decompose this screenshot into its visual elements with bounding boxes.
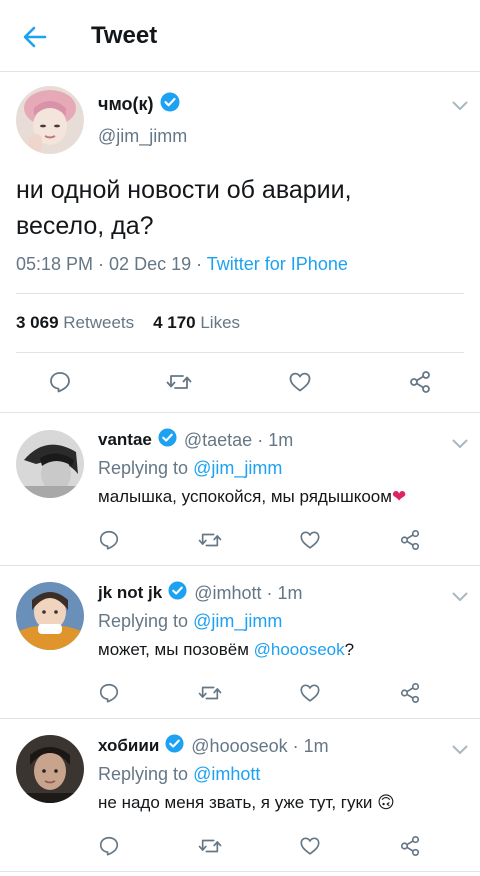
replying-label: Replying to: [98, 764, 194, 784]
tweet-text-line: ни одной новости об аварии,: [16, 176, 352, 204]
upside-down-face-emoji-icon: 🙃: [377, 793, 395, 812]
verified-badge-icon: [158, 428, 177, 452]
tweet-source-link[interactable]: Twitter for IPhone: [207, 254, 348, 274]
reply-text: не надо меня звать, я уже тут, гуки 🙃: [98, 793, 395, 813]
retweet-button[interactable]: [198, 835, 222, 857]
replying-label: Replying to: [98, 611, 194, 631]
verified-badge-icon: [160, 92, 180, 117]
heart-emoji-icon: ❤: [391, 487, 407, 506]
tweet-time: · 1m: [257, 429, 294, 450]
heart-icon: [300, 531, 320, 549]
share-button[interactable]: [399, 682, 421, 704]
tweet-time: · 1m: [266, 582, 303, 603]
share-icon: [410, 371, 430, 393]
reply-icon: [99, 836, 119, 856]
chevron-down-icon[interactable]: [452, 98, 468, 110]
user-handle[interactable]: @taetae: [184, 430, 252, 451]
tweet-time: · 1m: [292, 735, 329, 756]
likes-stat[interactable]: 4 170 Likes: [153, 313, 240, 332]
reply-text-content: не надо меня звать, я уже тут, гуки: [98, 793, 378, 812]
display-name[interactable]: чмо(к): [98, 94, 154, 115]
reply-button[interactable]: [98, 529, 120, 551]
display-name[interactable]: хобиии: [98, 736, 159, 756]
share-icon: [400, 836, 420, 856]
user-handle[interactable]: @jim_jimm: [98, 126, 187, 147]
tweet-meta: 05:18 PM · 02 Dec 19 · Twitter for IPhon…: [16, 254, 348, 275]
page-title: Tweet: [91, 22, 158, 49]
reply-button[interactable]: [48, 370, 72, 394]
retweet-button[interactable]: [198, 529, 222, 551]
replying-to: Replying to @imhott: [98, 764, 260, 785]
retweet-icon: [166, 375, 192, 389]
verified-badge-icon: [165, 734, 184, 758]
reply-button[interactable]: [98, 682, 120, 704]
divider: [0, 565, 480, 566]
reply-text-content: малышка, успокойся, мы рядышкоом: [98, 487, 392, 506]
reply-icon: [50, 372, 70, 393]
like-button[interactable]: [299, 529, 321, 551]
share-button[interactable]: [399, 835, 421, 857]
reply-text: малышка, успокойся, мы рядышкоом❤: [98, 487, 406, 507]
chevron-down-icon[interactable]: [452, 436, 468, 448]
retweet-icon: [198, 686, 222, 700]
display-name[interactable]: vantae: [98, 430, 152, 450]
replying-to: Replying to @jim_jimm: [98, 458, 282, 479]
share-icon: [400, 683, 420, 703]
like-button[interactable]: [288, 370, 312, 394]
share-button[interactable]: [408, 370, 432, 394]
like-button[interactable]: [299, 682, 321, 704]
reply-text-content: ?: [344, 640, 355, 659]
divider: [16, 352, 464, 353]
replying-to-link[interactable]: @jim_jimm: [193, 611, 282, 631]
back-arrow-icon[interactable]: [22, 24, 48, 50]
like-button[interactable]: [299, 835, 321, 857]
reply-icon: [99, 683, 119, 703]
tweet-text: ни одной новости об аварии, весело, да?: [16, 172, 456, 244]
verified-badge-icon: [168, 581, 187, 605]
avatar[interactable]: [16, 582, 84, 650]
retweets-stat[interactable]: 3 069 Retweets: [16, 313, 134, 332]
retweets-label: Retweets: [63, 313, 135, 332]
chevron-down-icon[interactable]: [452, 742, 468, 754]
mention-link[interactable]: @hoooseok: [254, 640, 345, 659]
replying-label: Replying to: [98, 458, 194, 478]
avatar[interactable]: [16, 735, 84, 803]
divider: [0, 718, 480, 719]
retweet-button[interactable]: [166, 370, 192, 394]
chevron-down-icon[interactable]: [452, 589, 468, 601]
share-icon: [400, 530, 420, 550]
likes-count: 4 170: [153, 313, 196, 332]
replying-to: Replying to @jim_jimm: [98, 611, 282, 632]
heart-icon: [300, 684, 320, 702]
tweet-timestamp: 05:18 PM · 02 Dec 19 ·: [16, 254, 207, 274]
reply-icon: [99, 530, 119, 550]
user-handle[interactable]: @imhott: [194, 583, 261, 604]
user-handle[interactable]: @hoooseok: [191, 736, 287, 757]
tweet-stats: 3 069 Retweets 4 170 Likes: [16, 313, 240, 333]
retweet-icon: [198, 533, 222, 547]
reply-text: может, мы позовём @hoooseok?: [98, 640, 354, 660]
retweet-icon: [198, 839, 222, 853]
divider: [0, 871, 480, 872]
heart-icon: [300, 837, 320, 855]
avatar[interactable]: [16, 86, 84, 154]
reply-button[interactable]: [98, 835, 120, 857]
likes-label: Likes: [200, 313, 241, 332]
replying-to-link[interactable]: @imhott: [193, 764, 260, 784]
divider: [16, 293, 464, 294]
tweet-text-line: весело, да?: [16, 212, 154, 240]
heart-icon: [289, 372, 311, 392]
share-button[interactable]: [399, 529, 421, 551]
reply-text-content: может, мы позовём: [98, 640, 254, 659]
replying-to-link[interactable]: @jim_jimm: [193, 458, 282, 478]
retweets-count: 3 069: [16, 313, 59, 332]
retweet-button[interactable]: [198, 682, 222, 704]
app-header: Tweet: [0, 0, 480, 72]
display-name[interactable]: jk not jk: [98, 583, 162, 603]
avatar[interactable]: [16, 430, 84, 498]
divider: [0, 412, 480, 413]
